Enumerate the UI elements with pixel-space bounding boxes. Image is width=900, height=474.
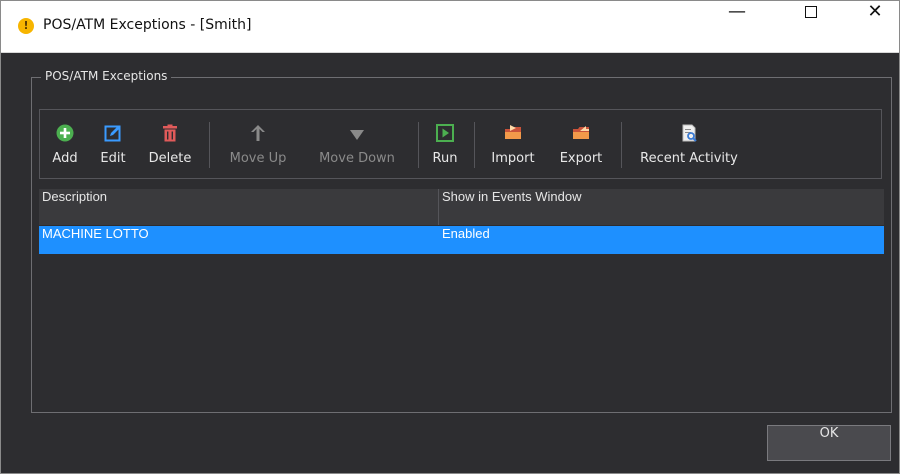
arrow-down-icon bbox=[350, 130, 364, 140]
report-search-icon bbox=[682, 124, 697, 142]
recent-activity-button[interactable]: Recent Activity bbox=[628, 110, 750, 178]
close-button[interactable]: ✕ bbox=[853, 1, 897, 53]
group-legend: POS/ATM Exceptions bbox=[41, 69, 172, 83]
maximize-button[interactable] bbox=[789, 1, 833, 53]
edit-label: Edit bbox=[100, 151, 126, 166]
folder-import-icon bbox=[505, 125, 521, 139]
warning-icon: ! bbox=[18, 18, 34, 34]
add-button[interactable]: Add bbox=[46, 110, 84, 178]
edit-icon bbox=[104, 125, 121, 142]
toolbar-separator bbox=[209, 122, 210, 168]
delete-label: Delete bbox=[148, 151, 192, 166]
run-label: Run bbox=[432, 151, 458, 166]
add-label: Add bbox=[52, 151, 78, 166]
move-down-label: Move Down bbox=[319, 151, 395, 166]
column-header-show-in-events-window[interactable]: Show in Events Window bbox=[439, 189, 884, 225]
run-button[interactable]: Run bbox=[426, 110, 464, 178]
grid-header: Description Show in Events Window bbox=[39, 189, 884, 225]
import-label: Import bbox=[491, 151, 535, 166]
export-label: Export bbox=[559, 151, 603, 166]
toolbar-separator bbox=[621, 122, 622, 168]
minimize-button[interactable]: — bbox=[715, 1, 759, 53]
column-header-description[interactable]: Description bbox=[39, 189, 439, 225]
toolbar-separator bbox=[474, 122, 475, 168]
move-up-label: Move Up bbox=[229, 151, 287, 166]
dialog-window: ! POS/ATM Exceptions - [Smith] — ✕ POS/A… bbox=[0, 0, 900, 474]
maximize-icon bbox=[805, 6, 817, 18]
table-row[interactable]: MACHINE LOTTO Enabled bbox=[39, 226, 884, 254]
move-up-button[interactable]: Move Up bbox=[216, 110, 300, 178]
folder-export-icon bbox=[573, 126, 589, 139]
cell-show-in-events-window: Enabled bbox=[442, 226, 490, 241]
delete-button[interactable]: Delete bbox=[142, 110, 198, 178]
window-title: POS/ATM Exceptions - [Smith] bbox=[43, 17, 252, 33]
recent-activity-label: Recent Activity bbox=[640, 151, 738, 166]
move-down-button[interactable]: Move Down bbox=[306, 110, 408, 178]
play-icon bbox=[436, 124, 454, 142]
import-button[interactable]: Import bbox=[482, 110, 544, 178]
cell-description: MACHINE LOTTO bbox=[42, 226, 149, 241]
edit-button[interactable]: Edit bbox=[94, 110, 132, 178]
arrow-up-icon bbox=[251, 125, 265, 141]
title-bar[interactable]: ! POS/ATM Exceptions - [Smith] — ✕ bbox=[1, 1, 899, 53]
toolbar: Add Edit Delete Move Up Move Down Run Im… bbox=[39, 109, 882, 179]
trash-icon bbox=[163, 124, 177, 142]
ok-button[interactable]: OK bbox=[767, 425, 891, 461]
add-icon bbox=[56, 124, 74, 142]
exceptions-grid[interactable]: Description Show in Events Window MACHIN… bbox=[39, 189, 884, 401]
toolbar-separator bbox=[418, 122, 419, 168]
export-button[interactable]: Export bbox=[550, 110, 612, 178]
